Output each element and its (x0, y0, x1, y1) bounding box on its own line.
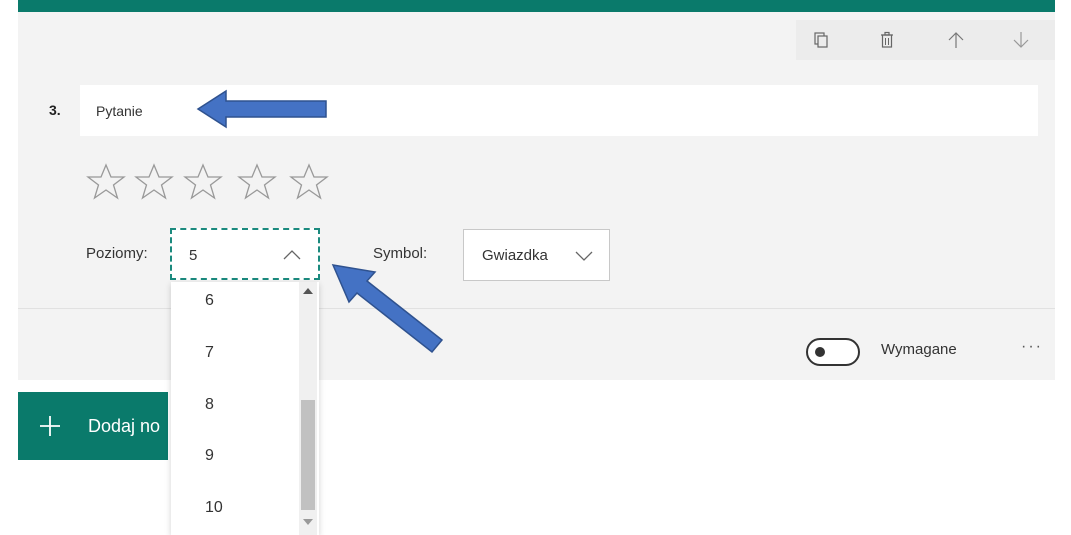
annotation-arrow-diagonal (331, 264, 444, 354)
levels-dropdown-list: 6 7 8 9 10 (171, 282, 319, 535)
add-new-button[interactable]: Dodaj no (18, 392, 168, 460)
move-up-button[interactable] (940, 24, 972, 56)
star-icon[interactable] (86, 162, 126, 202)
delete-button[interactable] (871, 24, 903, 56)
symbol-select[interactable]: Gwiazdka (463, 229, 610, 281)
trash-icon (881, 31, 893, 48)
levels-select[interactable]: 5 (170, 228, 320, 280)
scrollbar-thumb[interactable] (301, 400, 315, 510)
annotation-arrow-left (196, 89, 327, 129)
copy-icon (814, 32, 828, 48)
more-options-button[interactable]: ··· (1021, 338, 1043, 356)
arrow-down-icon (1013, 32, 1029, 48)
star-icon[interactable] (237, 162, 277, 202)
dropdown-option[interactable]: 9 (205, 447, 214, 465)
arrow-up-icon (948, 32, 964, 48)
symbol-selected-value: Gwiazdka (482, 247, 548, 264)
levels-selected-value: 5 (189, 247, 198, 264)
scroll-down-icon[interactable] (302, 518, 314, 526)
add-new-label: Dodaj no (88, 416, 161, 436)
star-icon[interactable] (134, 162, 174, 202)
required-toggle[interactable] (806, 338, 860, 366)
star-icon[interactable] (183, 162, 223, 202)
scroll-up-icon[interactable] (302, 287, 314, 295)
dropdown-option[interactable]: 6 (205, 292, 214, 310)
required-label: Wymagane (881, 341, 957, 358)
copy-button[interactable] (805, 24, 837, 56)
star-icon[interactable] (289, 162, 329, 202)
chevron-up-icon (283, 250, 301, 260)
question-number: 3. (49, 102, 61, 118)
dropdown-option[interactable]: 7 (205, 344, 214, 362)
question-title-text: Pytanie (96, 103, 143, 119)
move-down-button[interactable] (1005, 24, 1037, 56)
dropdown-option[interactable]: 10 (205, 499, 223, 517)
question-accent-bar (18, 0, 1055, 12)
chevron-down-icon (575, 251, 593, 261)
levels-label: Poziomy: (86, 245, 148, 262)
plus-icon (40, 416, 60, 436)
symbol-label: Symbol: (373, 245, 428, 262)
dropdown-option[interactable]: 8 (205, 396, 214, 414)
toggle-knob (815, 347, 825, 357)
